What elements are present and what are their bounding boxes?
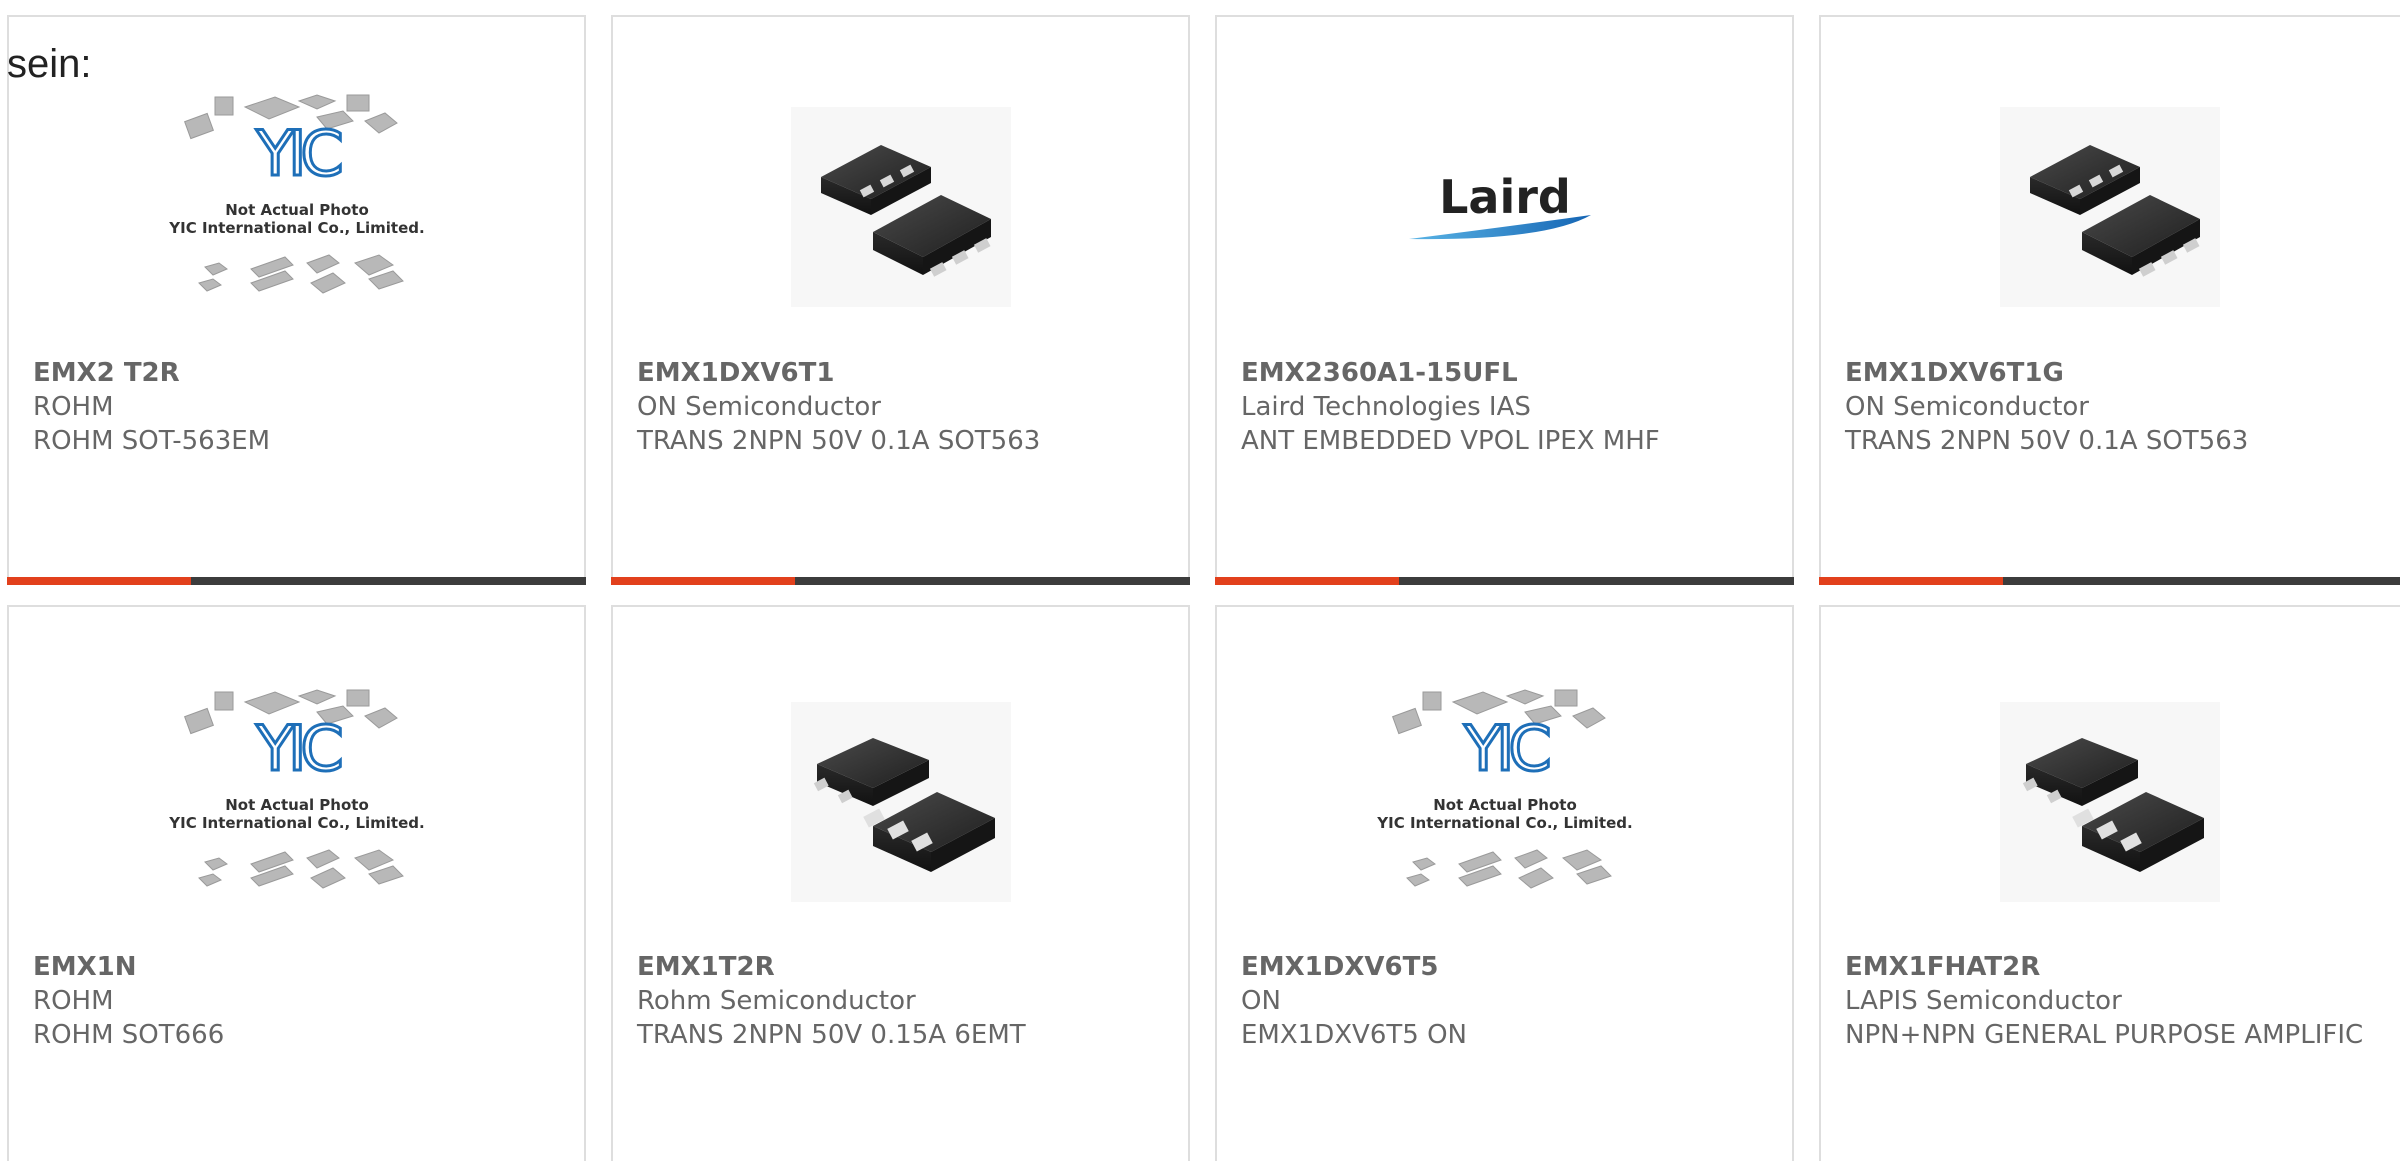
yic-placeholder-image: YIC Not Actual Photo YIC International C… [9,87,584,327]
product-grid-page: YIC Not Actual Photo YIC International C… [0,0,2400,1161]
manufacturer: ON [1241,986,1281,1016]
card-accent-bar [7,577,191,585]
card-accent-bar [1215,577,1399,585]
heading-fragment: sein: [7,42,92,86]
svg-text:Not Actual Photo: Not Actual Photo [1433,796,1577,814]
product-info: EMX1DXV6T1G ON Semiconductor TRANS 2NPN … [1845,356,2389,458]
sot563-chip-image [1821,87,2398,327]
description: TRANS 2NPN 50V 0.1A SOT563 [637,426,1041,456]
svg-text:YIC International Co., Limited: YIC International Co., Limited. [168,814,424,832]
product-info: EMX1T2R Rohm Semiconductor TRANS 2NPN 50… [637,950,1168,1052]
product-info: EMX2 T2R ROHM ROHM SOT-563EM [33,356,564,458]
product-card[interactable]: YIC Not Actual Photo YIC International C… [7,605,586,1161]
product-card[interactable]: EMX1DXV6T1G ON Semiconductor TRANS 2NPN … [1819,15,2400,585]
part-number[interactable]: EMX1DXV6T5 [1241,950,1772,984]
svg-text:YIC International Co., Limited: YIC International Co., Limited. [1376,814,1632,832]
product-info: EMX1N ROHM ROHM SOT666 [33,950,564,1052]
product-card[interactable]: EMX1FHAT2R LAPIS Semiconductor NPN+NPN G… [1819,605,2400,1161]
manufacturer: ON Semiconductor [637,392,881,422]
product-info: EMX2360A1-15UFL Laird Technologies IAS A… [1241,356,1772,458]
6emt-chip-image [1821,682,2398,922]
part-number[interactable]: EMX1T2R [637,950,1168,984]
manufacturer: ON Semiconductor [1845,392,2089,422]
manufacturer: LAPIS Semiconductor [1845,986,2122,1016]
part-number[interactable]: EMX1DXV6T1 [637,356,1168,390]
product-card[interactable]: YIC Not Actual Photo YIC International C… [7,15,586,585]
svg-text:YIC International Co., Limited: YIC International Co., Limited. [168,219,424,237]
part-number[interactable]: EMX1DXV6T1G [1845,356,2389,390]
card-accent-bar [611,577,795,585]
manufacturer: ROHM [33,986,114,1016]
card-accent-bar [1819,577,2003,585]
card-bottom-bar [1215,577,1794,585]
product-info: EMX1DXV6T5 ON EMX1DXV6T5 ON [1241,950,1772,1052]
card-bottom-bar [611,577,1190,585]
product-info: EMX1DXV6T1 ON Semiconductor TRANS 2NPN 5… [637,356,1168,458]
product-info: EMX1FHAT2R LAPIS Semiconductor NPN+NPN G… [1845,950,2389,1052]
part-number[interactable]: EMX1N [33,950,564,984]
part-number[interactable]: EMX1FHAT2R [1845,950,2389,984]
description: ANT EMBEDDED VPOL IPEX MHF [1241,426,1660,456]
yic-placeholder-image: YIC Not Actual Photo YIC International C… [9,682,584,922]
part-number[interactable]: EMX2 T2R [33,356,564,390]
manufacturer: Rohm Semiconductor [637,986,916,1016]
svg-text:Not Actual Photo: Not Actual Photo [225,796,369,814]
description: ROHM SOT666 [33,1020,225,1050]
description: NPN+NPN GENERAL PURPOSE AMPLIFIC [1845,1020,2364,1050]
description: ROHM SOT-563EM [33,426,271,456]
product-card[interactable]: EMX1DXV6T1 ON Semiconductor TRANS 2NPN 5… [611,15,1190,585]
manufacturer: Laird Technologies IAS [1241,392,1531,422]
yic-logo: YIC [255,117,340,190]
yic-logo: YIC [1463,712,1548,785]
laird-logo-image: Laird [1217,87,1792,327]
yic-placeholder-image: YIC Not Actual Photo YIC International C… [1217,682,1792,922]
description: TRANS 2NPN 50V 0.1A SOT563 [1845,426,2249,456]
product-card[interactable]: EMX1T2R Rohm Semiconductor TRANS 2NPN 50… [611,605,1190,1161]
part-number[interactable]: EMX2360A1-15UFL [1241,356,1772,390]
card-bottom-bar [7,577,586,585]
card-bottom-bar [1819,577,2400,585]
laird-logo-text: Laird [1439,170,1571,224]
sot563-chip-image [613,87,1188,327]
svg-text:Not Actual Photo: Not Actual Photo [225,201,369,219]
description: EMX1DXV6T5 ON [1241,1020,1467,1050]
manufacturer: ROHM [33,392,114,422]
product-card[interactable]: Laird EMX2360A1-15UFL Laird Technologies… [1215,15,1794,585]
yic-logo: YIC [255,712,340,785]
6emt-chip-image [613,682,1188,922]
product-card[interactable]: YIC Not Actual Photo YIC International C… [1215,605,1794,1161]
description: TRANS 2NPN 50V 0.15A 6EMT [637,1020,1026,1050]
